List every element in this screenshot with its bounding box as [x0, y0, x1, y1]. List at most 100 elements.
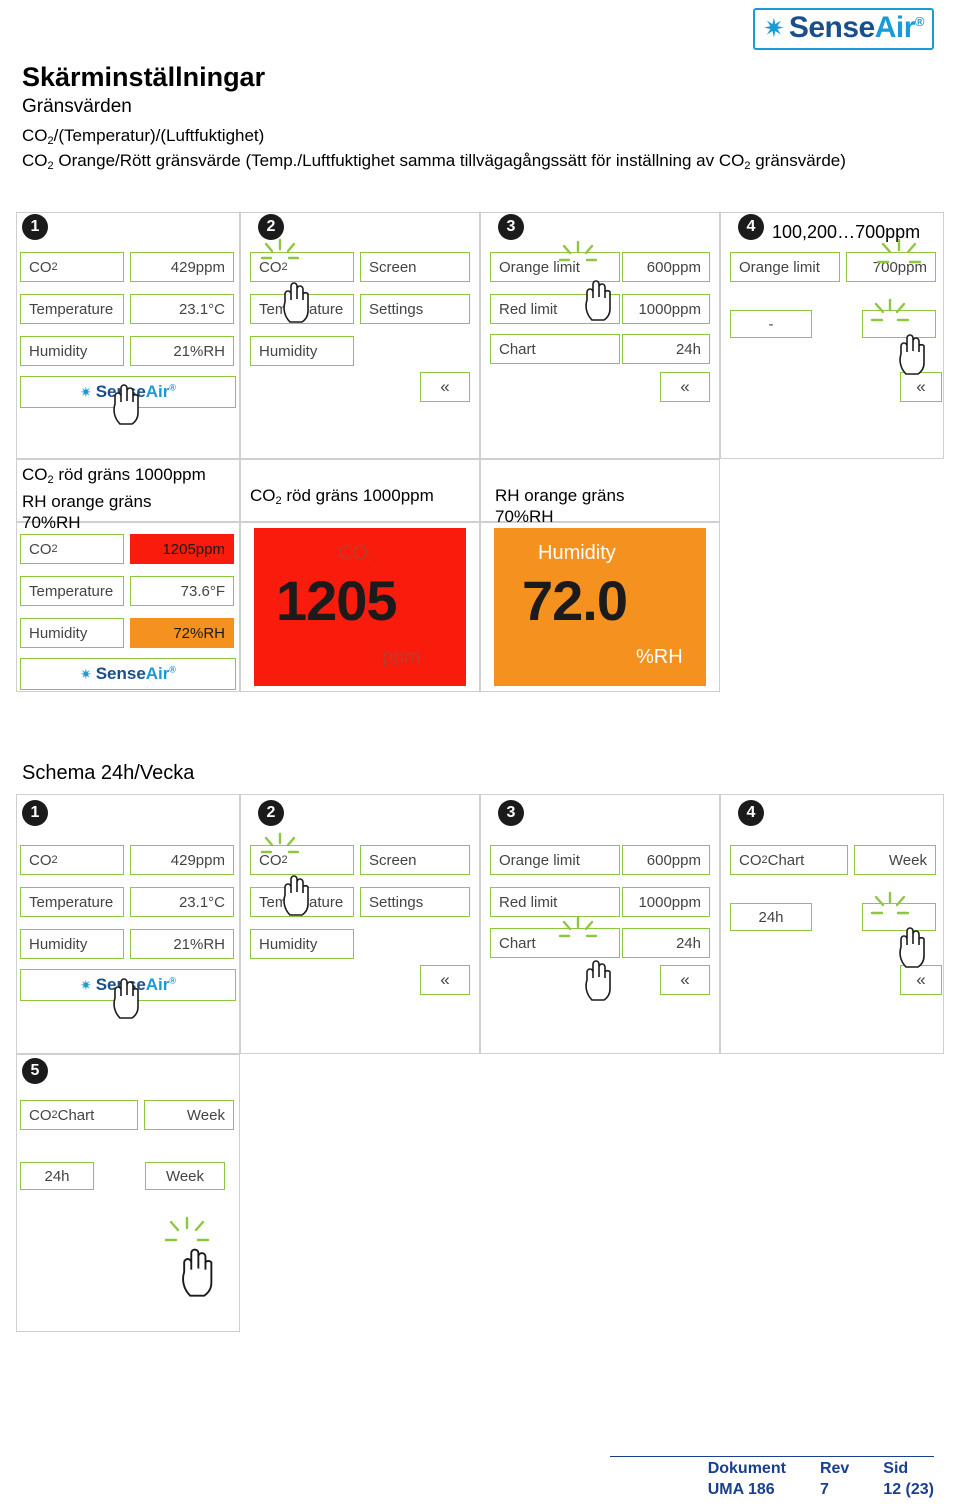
- s2-panel1-row3-value: 21%RH: [130, 929, 234, 959]
- s2-panel2-back-button[interactable]: «: [420, 965, 470, 995]
- s2-blink-rays-panel5: [162, 1216, 212, 1250]
- s2-panel3-back-button[interactable]: «: [660, 965, 710, 995]
- logo-text-air: Air: [874, 11, 916, 44]
- s2-blink-rays-panel4: [868, 889, 912, 923]
- panel4-back-button[interactable]: «: [900, 372, 942, 402]
- caption-1: CO2 röd gräns 1000ppm RH orange gräns 70…: [22, 464, 206, 533]
- logo-text-sense: Sense: [788, 11, 875, 44]
- caption-1-line1: CO2 röd gräns 1000ppm: [22, 465, 206, 486]
- footer-sid-label: Sid: [883, 1460, 909, 1477]
- caption-1-line2: RH orange gräns: [22, 492, 152, 511]
- s2-touch-hand-icon-3: [582, 958, 612, 1002]
- s2-panel4-label: CO 2 Chart: [730, 845, 848, 875]
- s2-panel3-row2-label: Red limit: [490, 887, 620, 917]
- footer-dokument: Dokument UMA 186: [708, 1460, 786, 1499]
- panel1-row2-value: 23.1°C: [130, 294, 234, 324]
- caption-3: RH orange gräns 70%RH: [495, 485, 624, 527]
- s2-panel4-back-button[interactable]: «: [900, 965, 942, 995]
- s2-touch-hand-icon-1: [110, 976, 140, 1020]
- co2-alarm-tile-unit: ppm: [382, 646, 421, 668]
- s2-panel1-row1-value: 429ppm: [130, 845, 234, 875]
- footer-sid-value: 12 (23): [883, 1481, 934, 1498]
- senseair-star-icon: ✷: [763, 13, 785, 43]
- logo-box: ✷ SenseAir®: [753, 8, 934, 50]
- s2-touch-hand-icon-4: [896, 925, 926, 969]
- intro-paragraph: CO2 Orange/Rött gränsvärde (Temp./Luftfu…: [22, 151, 846, 172]
- s2-step-badge-2: 2: [258, 800, 284, 826]
- caption-2: CO2 röd gräns 1000ppm: [250, 486, 434, 507]
- blink-rays-panel4-plus: [868, 296, 912, 330]
- s2-panel5-value: Week: [144, 1100, 234, 1130]
- s2-blink-rays-panel2: [258, 832, 302, 862]
- footer-dokument-value: UMA 186: [707, 1481, 775, 1498]
- s2-touch-hand-icon-2: [280, 873, 310, 917]
- s2-panel1-row3-label: Humidity: [20, 929, 124, 959]
- co2-alarm-tile: CO2 1205 ppm: [254, 528, 466, 686]
- page-title: Skärminställningar: [22, 62, 266, 92]
- footer-rev-label: Rev: [819, 1460, 850, 1477]
- logo-text: SenseAir®: [788, 11, 925, 45]
- panel2-row1-value: Screen: [360, 252, 470, 282]
- humidity-alarm-tile-label: Humidity: [538, 542, 616, 564]
- subtitle-gransvarden: Gränsvärden: [22, 96, 132, 117]
- blink-rays-panel3: [556, 240, 600, 270]
- result-row1-label: CO 2: [20, 534, 124, 564]
- result-row1-value: 1205ppm: [130, 534, 234, 564]
- panel1-row1-label: CO 2: [20, 252, 124, 282]
- touch-hand-icon-1: [110, 382, 140, 426]
- s2-step-badge-3: 3: [498, 800, 524, 826]
- panel3-row3-value: 24h: [622, 334, 710, 364]
- senseair-logo: ✷ SenseAir®: [753, 8, 934, 50]
- document-page: ✷ SenseAir® Skärminställningar Gränsvärd…: [0, 0, 960, 1509]
- s2-step-badge-1: 1: [22, 800, 48, 826]
- s2-panel2-row3-label: Humidity: [250, 929, 354, 959]
- s2-panel1-row2-value: 23.1°C: [130, 887, 234, 917]
- s2-panel5-label: CO 2 Chart: [20, 1100, 138, 1130]
- footer-rev: Rev 7: [820, 1460, 849, 1499]
- brand-star-icon-2: ✷: [79, 665, 92, 682]
- step-badge-1: 1: [22, 214, 48, 240]
- s2-panel4-option-24h[interactable]: 24h: [730, 903, 812, 931]
- footer-rev-value: 7: [819, 1481, 829, 1498]
- s2-panel3-row3-label: Chart: [490, 928, 620, 958]
- s2-panel3-row2-value: 1000ppm: [622, 887, 710, 917]
- s2-panel2-row2-value: Settings: [360, 887, 470, 917]
- caption-1-line3: 70%RH: [22, 513, 81, 532]
- result-row3-label: Humidity: [20, 618, 124, 648]
- subtitle-co2-temp-hum: CO2/(Temperatur)/(Luftfuktighet): [22, 126, 265, 147]
- panel1-row3-value: 21%RH: [130, 336, 234, 366]
- panel3-back-button[interactable]: «: [660, 372, 710, 402]
- blink-rays-panel2: [258, 238, 302, 268]
- s2-step-badge-5: 5: [22, 1058, 48, 1084]
- s2-step-badge-4: 4: [738, 800, 764, 826]
- panel2-row2-value: Settings: [360, 294, 470, 324]
- footer-divider: [610, 1456, 934, 1457]
- s2-panel5-option-week[interactable]: Week: [145, 1162, 225, 1190]
- s2-panel5-option-24h[interactable]: 24h: [20, 1162, 94, 1190]
- co2-alarm-tile-label: CO2: [338, 542, 375, 565]
- s2-touch-hand-icon-5: [178, 1246, 214, 1298]
- s2-panel1-row2-label: Temperature: [20, 887, 124, 917]
- panel2-row3-label: Humidity: [250, 336, 354, 366]
- panel1-row2-label: Temperature: [20, 294, 124, 324]
- step-badge-2: 2: [258, 214, 284, 240]
- s2-panel1-row1-label: CO 2: [20, 845, 124, 875]
- panel3-row1-value: 600ppm: [622, 252, 710, 282]
- touch-hand-icon-4: [896, 332, 926, 376]
- result-brand-row: ✷ SenseAir®: [20, 658, 236, 690]
- blink-rays-panel4-value: [874, 238, 924, 272]
- footer-columns: Dokument UMA 186 Rev 7 Sid 12 (23): [708, 1460, 934, 1499]
- step-badge-4: 4: [738, 214, 764, 240]
- humidity-alarm-tile-value: 72.0: [522, 569, 628, 632]
- brand-label-2: SenseAir®: [95, 664, 177, 683]
- s2-panel3-row1-value: 600ppm: [622, 845, 710, 875]
- panel3-row2-value: 1000ppm: [622, 294, 710, 324]
- co2-alarm-tile-value: 1205: [276, 569, 398, 632]
- s2-panel3-row1-label: Orange limit: [490, 845, 620, 875]
- panel4-minus-button[interactable]: -: [730, 310, 812, 338]
- touch-hand-icon-3: [582, 278, 612, 322]
- panel2-back-button[interactable]: «: [420, 372, 470, 402]
- touch-hand-icon-2: [280, 280, 310, 324]
- panel1-row1-value: 429ppm: [130, 252, 234, 282]
- s2-panel4-value: Week: [854, 845, 936, 875]
